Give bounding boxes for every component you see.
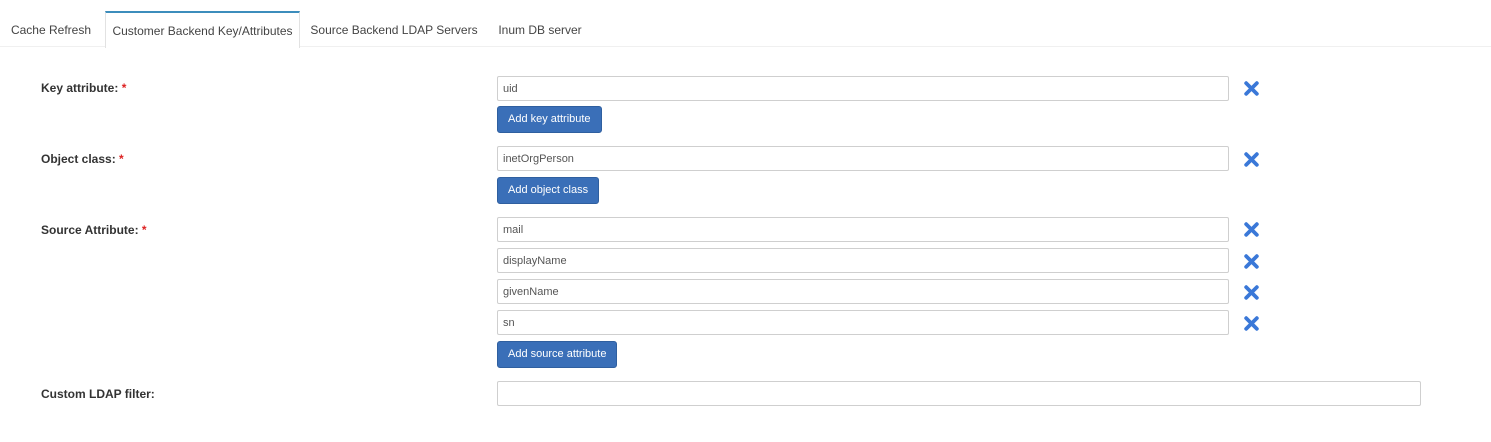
required-marker: *: [121, 81, 127, 95]
close-icon[interactable]: [1243, 315, 1260, 332]
source-attribute-input[interactable]: [497, 217, 1229, 242]
key-attribute-input[interactable]: [497, 76, 1229, 101]
object-class-label: Object class: *: [41, 152, 124, 166]
key-attribute-label: Key attribute: *: [41, 81, 126, 95]
object-class-input[interactable]: [497, 146, 1229, 171]
close-icon[interactable]: [1243, 253, 1260, 270]
source-attribute-input[interactable]: [497, 310, 1229, 335]
custom-ldap-filter-label-text: Custom LDAP filter:: [41, 387, 155, 401]
source-attribute-label-text: Source Attribute:: [41, 223, 139, 237]
close-icon[interactable]: [1243, 80, 1260, 97]
object-class-label-text: Object class:: [41, 152, 116, 166]
source-attribute-input[interactable]: [497, 279, 1229, 304]
custom-ldap-filter-input[interactable]: [497, 381, 1421, 406]
close-icon[interactable]: [1243, 221, 1260, 238]
close-icon[interactable]: [1243, 151, 1260, 168]
tab-source-backend-ldap-servers[interactable]: Source Backend LDAP Servers: [304, 11, 484, 46]
tab-inum-db-server[interactable]: Inum DB server: [489, 11, 591, 46]
add-source-attribute-button[interactable]: Add source attribute: [497, 341, 618, 368]
tab-cache-refresh[interactable]: Cache Refresh: [0, 11, 102, 46]
required-marker: *: [119, 152, 124, 166]
tab-bar: Cache Refresh Customer Backend Key/Attri…: [0, 0, 1491, 48]
tab-customer-backend-key-attributes[interactable]: Customer Backend Key/Attributes: [105, 11, 300, 48]
source-attribute-input[interactable]: [497, 248, 1229, 273]
source-attribute-label: Source Attribute: *: [41, 223, 147, 237]
custom-ldap-filter-label: Custom LDAP filter:: [41, 387, 155, 401]
close-icon[interactable]: [1243, 284, 1260, 301]
add-key-attribute-button[interactable]: Add key attribute: [497, 106, 602, 133]
add-object-class-button[interactable]: Add object class: [497, 177, 600, 204]
key-attribute-label-text: Key attribute:: [41, 81, 119, 95]
required-marker: *: [141, 223, 147, 237]
